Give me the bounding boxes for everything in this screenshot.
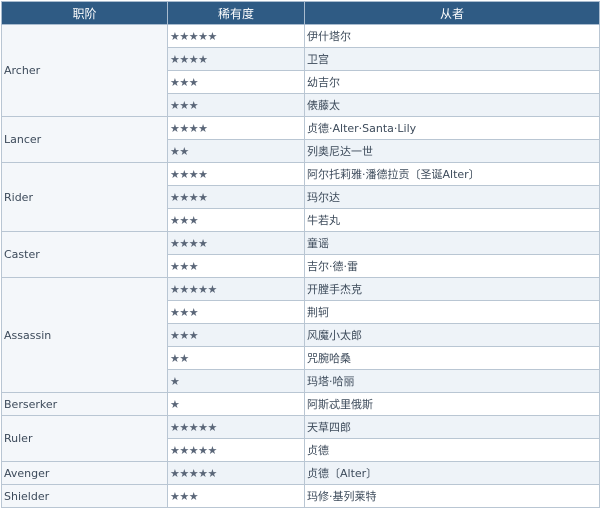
rarity-stars: ★★★★ — [167, 162, 305, 186]
class-cell: Avenger — [1, 461, 168, 485]
rarity-stars: ★★★★★ — [167, 438, 305, 462]
rarity-stars: ★ — [167, 392, 305, 416]
servant-table: 职阶 稀有度 从者 Archer ★★★★★ 伊什塔尔 ★★★★ 卫宫 ★★★ 幼吉尔 ★★★… — [1, 1, 600, 508]
rarity-stars: ★★★★★ — [167, 415, 305, 439]
servant-name: 贞德〔Alter〕 — [304, 461, 600, 485]
rarity-stars: ★★★★ — [167, 185, 305, 209]
table-row: Rider ★★★★ 阿尔托莉雅·潘德拉贡〔圣诞Alter〕 — [1, 162, 600, 232]
rarity-stars: ★★★ — [167, 323, 305, 347]
table-row: Assassin ★★★★★ 开膛手杰克 — [1, 277, 600, 393]
rarity-stars: ★★★★★ — [167, 461, 305, 485]
servant-name: 玛尔达 — [304, 185, 600, 209]
servant-name: 天草四郎 — [304, 415, 600, 439]
servant-name: 俵藤太 — [304, 93, 600, 117]
servant-name: 童谣 — [304, 231, 600, 255]
class-cell: Assassin — [1, 277, 168, 393]
class-cell: Ruler — [1, 415, 168, 462]
rarity-stars: ★★★★ — [167, 116, 305, 140]
servant-name: 伊什塔尔 — [304, 24, 600, 48]
class-cell: Lancer — [1, 116, 168, 163]
servant-name: 卫宫 — [304, 47, 600, 71]
rarity-stars: ★ — [167, 369, 305, 393]
table-row: Caster ★★★★ 童谣 — [1, 231, 600, 278]
class-cell: Shielder — [1, 484, 168, 508]
table-row: Berserker ★ 阿斯忒里俄斯 — [1, 392, 600, 416]
table-row: Avenger ★★★★★ 贞德〔Alter〕 — [1, 461, 600, 485]
class-cell: Berserker — [1, 392, 168, 416]
rarity-stars: ★★★ — [167, 208, 305, 232]
rarity-stars: ★★★ — [167, 484, 305, 508]
header-rarity: 稀有度 — [167, 1, 305, 25]
servant-name: 贞德 — [304, 438, 600, 462]
servant-name: 列奥尼达一世 — [304, 139, 600, 163]
servant-name: 开膛手杰克 — [304, 277, 600, 301]
servant-name: 玛修·基列莱特 — [304, 484, 600, 508]
rarity-stars: ★★★★★ — [167, 277, 305, 301]
rarity-stars: ★★ — [167, 139, 305, 163]
header-class: 职阶 — [1, 1, 168, 25]
table-row: Ruler ★★★★★ 天草四郎 — [1, 415, 600, 462]
servant-name: 阿斯忒里俄斯 — [304, 392, 600, 416]
servant-name: 风魔小太郎 — [304, 323, 600, 347]
class-cell: Caster — [1, 231, 168, 278]
header-servant: 从者 — [304, 1, 600, 25]
table-row: Shielder ★★★ 玛修·基列莱特 — [1, 484, 600, 508]
rarity-stars: ★★★★ — [167, 47, 305, 71]
class-cell: Archer — [1, 24, 168, 117]
servant-name: 吉尔·德·雷 — [304, 254, 600, 278]
rarity-stars: ★★★★ — [167, 231, 305, 255]
servant-name: 咒腕哈桑 — [304, 346, 600, 370]
table-row: Lancer ★★★★ 贞德·Alter·Santa·Lily — [1, 116, 600, 163]
servant-name: 荆轲 — [304, 300, 600, 324]
rarity-stars: ★★★★★ — [167, 24, 305, 48]
rarity-stars: ★★★ — [167, 93, 305, 117]
table-body: Archer ★★★★★ 伊什塔尔 ★★★★ 卫宫 ★★★ 幼吉尔 ★★★ 俵藤太 Lancer ★… — [1, 24, 600, 508]
table-row: Archer ★★★★★ 伊什塔尔 — [1, 24, 600, 117]
servant-name: 贞德·Alter·Santa·Lily — [304, 116, 600, 140]
servant-name: 牛若丸 — [304, 208, 600, 232]
servant-name: 阿尔托莉雅·潘德拉贡〔圣诞Alter〕 — [304, 162, 600, 186]
servant-name: 玛塔·哈丽 — [304, 369, 600, 393]
table-header: 职阶 稀有度 从者 — [1, 1, 600, 25]
rarity-stars: ★★★ — [167, 254, 305, 278]
header-row: 职阶 稀有度 从者 — [1, 1, 600, 25]
servant-name: 幼吉尔 — [304, 70, 600, 94]
rarity-stars: ★★★ — [167, 300, 305, 324]
class-cell: Rider — [1, 162, 168, 232]
rarity-stars: ★★ — [167, 346, 305, 370]
rarity-stars: ★★★ — [167, 70, 305, 94]
